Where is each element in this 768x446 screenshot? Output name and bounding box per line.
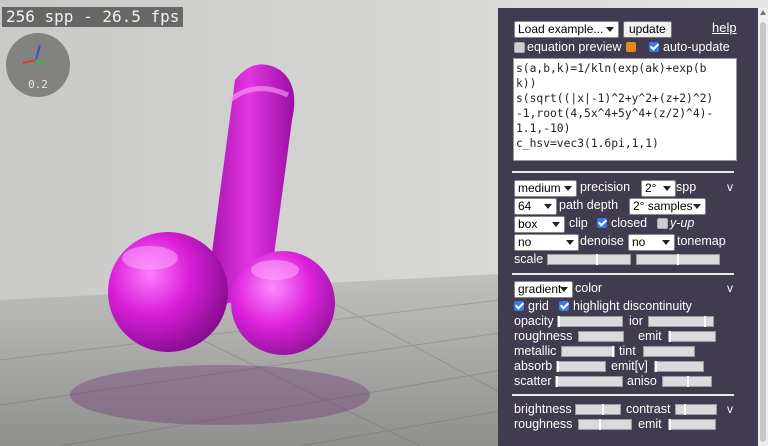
lighting-roughness-slider[interactable]: [578, 419, 632, 430]
scroll-up-icon[interactable]: [760, 10, 766, 15]
material-collapse-toggle[interactable]: v: [727, 281, 733, 295]
opacity-label: opacity: [514, 314, 554, 328]
x-axis-line: [22, 59, 37, 64]
equation-preview-checkbox[interactable]: [626, 42, 636, 52]
contrast-slider[interactable]: [675, 404, 717, 415]
emit-v-slider[interactable]: [654, 361, 704, 372]
scatter-slider[interactable]: [555, 376, 623, 387]
equation-line: s(a,b,k)=1/kln(exp(ak)+exp(b: [516, 62, 707, 75]
metallic-label: metallic: [514, 344, 557, 358]
render-collapse-toggle[interactable]: v: [727, 180, 733, 194]
emit-v-label: emit[v]: [611, 359, 648, 373]
color-label: color: [575, 281, 603, 295]
lighting-emit-slider[interactable]: [668, 419, 716, 430]
roughness-slider[interactable]: [578, 331, 624, 342]
spp-select[interactable]: 2°: [641, 180, 676, 197]
emit-slider[interactable]: [668, 331, 716, 342]
brightness-label: brightness: [514, 402, 572, 416]
aniso-label: aniso: [627, 374, 657, 388]
denoise-select[interactable]: no: [514, 234, 579, 251]
denoise-label: denoise: [580, 234, 624, 248]
axes-gizmo[interactable]: 0.2: [6, 33, 70, 97]
grid-checkbox[interactable]: [514, 301, 524, 311]
path-depth-label: path depth: [559, 198, 619, 212]
highlight-discontinuity-checkbox[interactable]: [559, 301, 569, 311]
fps-counter: 256 spp - 26.5 fps: [2, 7, 184, 27]
brightness-slider[interactable]: [575, 404, 621, 415]
absorb-label: absorb: [514, 359, 553, 373]
path-depth-select[interactable]: 64: [514, 198, 557, 215]
equation-line: s(sqrt((|x|-1)^2+y^2+(z+2)^2): [516, 92, 714, 105]
help-link[interactable]: help: [712, 20, 737, 35]
scale-label: scale: [514, 252, 544, 266]
section-divider: [512, 171, 734, 173]
lighting-collapse-toggle[interactable]: v: [727, 402, 733, 416]
load-example-select[interactable]: Load example...: [514, 21, 619, 38]
tonemap-select[interactable]: no: [628, 234, 675, 251]
equation-line: c_hsv=vec3(1.6pi,1,1): [516, 137, 659, 150]
samples-select[interactable]: 2° samples: [629, 198, 706, 215]
yup-label: y-up: [670, 216, 695, 230]
aniso-slider[interactable]: [662, 376, 712, 387]
absorb-slider[interactable]: [556, 361, 606, 372]
scale-slider-2[interactable]: [636, 254, 720, 265]
closed-checkbox[interactable]: [597, 218, 607, 228]
scale-slider[interactable]: [547, 254, 631, 265]
yup-checkbox[interactable]: [657, 218, 668, 229]
section-divider: [512, 394, 734, 396]
spp-label: spp: [676, 180, 697, 194]
clip-select[interactable]: box: [514, 216, 565, 233]
precision-label: precision: [580, 180, 631, 194]
equation-line: k)): [516, 77, 537, 90]
update-button[interactable]: update: [623, 21, 672, 38]
panel-scrollbar[interactable]: [758, 8, 768, 446]
grid-label: grid: [528, 299, 549, 313]
ior-slider[interactable]: [648, 316, 714, 327]
control-panel: Load example... update help equation pre…: [498, 8, 758, 446]
emit-label: emit: [638, 417, 662, 431]
tint-slider[interactable]: [643, 346, 695, 357]
contrast-label: contrast: [626, 402, 671, 416]
tint-label: tint: [619, 344, 636, 358]
scatter-label: scatter: [514, 374, 552, 388]
y-axis-line: [35, 59, 45, 66]
equation-preview-checkbox-off[interactable]: [514, 42, 525, 53]
z-axis-line: [35, 44, 41, 61]
section-divider: [512, 273, 734, 275]
axes-scale-value: 0.2: [28, 78, 48, 91]
clip-label: clip: [569, 216, 588, 230]
scrollbar-thumb[interactable]: [760, 22, 766, 442]
color-mode-select[interactable]: gradient: [514, 281, 573, 298]
precision-select[interactable]: medium: [514, 180, 577, 197]
ior-label: ior: [629, 314, 643, 328]
opacity-slider[interactable]: [557, 316, 623, 327]
roughness-label: roughness: [514, 417, 573, 431]
highlight-discontinuity-label: highlight discontinuity: [573, 299, 692, 313]
auto-update-checkbox[interactable]: [649, 42, 659, 52]
auto-update-label: auto-update: [663, 40, 730, 54]
emit-label: emit: [638, 329, 662, 343]
equation-line: 1.1,-10): [516, 122, 571, 135]
equation-preview-label: equation preview: [527, 40, 622, 54]
equation-line: -1,root(4,5x^4+5y^4+(z/2)^4)-: [516, 107, 714, 120]
equation-editor[interactable]: s(a,b,k)=1/kln(exp(ak)+exp(b k)) s(sqrt(…: [513, 58, 737, 161]
metallic-slider[interactable]: [561, 346, 615, 357]
roughness-label: roughness: [514, 329, 573, 343]
closed-label: closed: [611, 216, 648, 230]
tonemap-label: tonemap: [677, 234, 726, 248]
